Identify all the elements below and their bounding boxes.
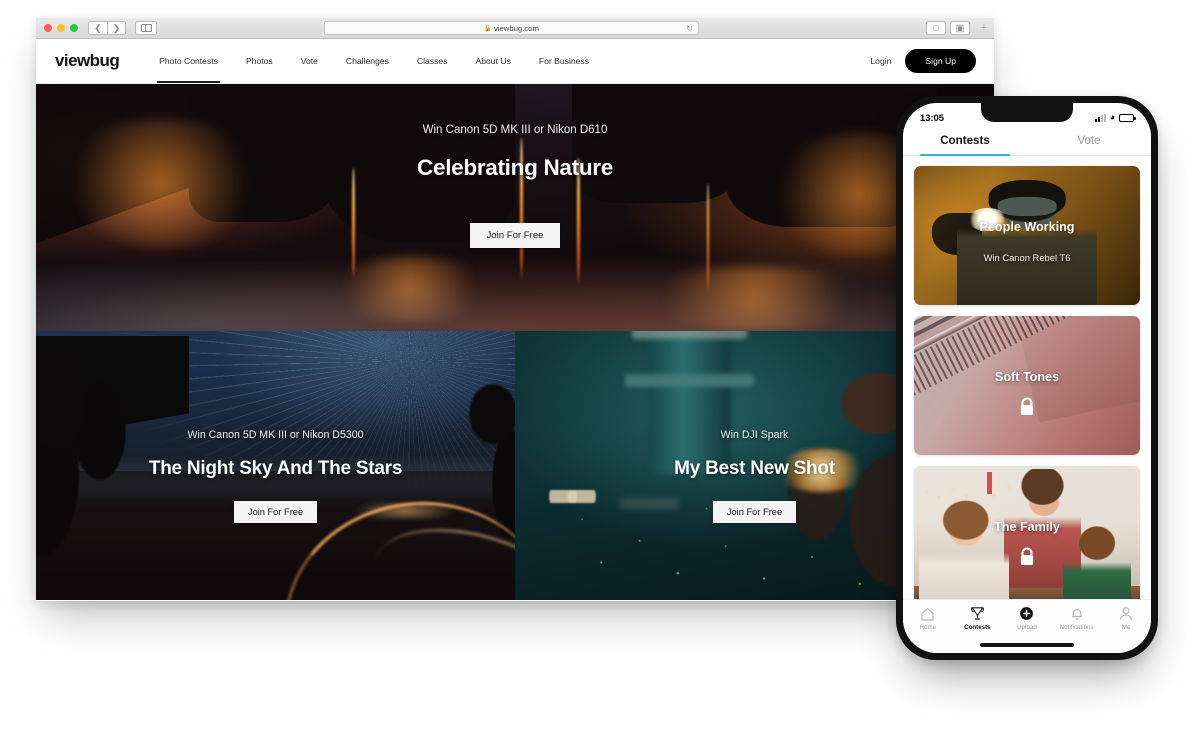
tabbar-item-contests[interactable]: Contests: [953, 606, 1003, 631]
hero-night-sky[interactable]: Win Canon 5D MK III or Nikon D5300 The N…: [36, 331, 515, 600]
join-for-free-button[interactable]: Join For Free: [233, 501, 318, 523]
share-button[interactable]: □: [926, 21, 946, 35]
login-link[interactable]: Login: [870, 56, 891, 66]
lock-icon: [1019, 397, 1036, 422]
back-button[interactable]: ❮: [88, 21, 107, 35]
browser-titlebar: ❮ ❯ 🔒 viewbug.com ↻ □ ▣ +: [36, 18, 994, 39]
hero-prize-text: Win Canon 5D MK III or Nikon D5300: [187, 429, 364, 441]
hero-celebrating-nature[interactable]: Win Canon 5D MK III or Nikon D610 Celebr…: [36, 84, 994, 331]
close-window-button[interactable]: [44, 24, 52, 32]
join-for-free-button[interactable]: Join For Free: [470, 223, 560, 248]
person-icon: [1119, 606, 1133, 621]
tabbar-label: Contests: [964, 623, 991, 631]
nav-item-about-us[interactable]: About Us: [462, 39, 525, 83]
nav-item-for-business[interactable]: For Business: [525, 39, 603, 83]
reload-button[interactable]: ↻: [686, 24, 693, 33]
decor-child: [1063, 524, 1131, 605]
toolbar-right: □ ▣: [926, 21, 970, 35]
cellular-signal-icon: [1095, 113, 1106, 122]
hero-row: Win Canon 5D MK III or Nikon D5300 The N…: [36, 331, 994, 600]
bell-icon: [1070, 606, 1084, 621]
lock-icon: [1019, 547, 1036, 572]
nav-item-photo-contests[interactable]: Photo Contests: [145, 39, 232, 83]
browser-window: ❮ ❯ 🔒 viewbug.com ↻ □ ▣ + viewbug Photo …: [36, 18, 994, 601]
lock-icon: 🔒: [484, 25, 492, 32]
tabbar-item-upload[interactable]: Upload: [1002, 606, 1052, 631]
hero-title: My Best New Shot: [674, 458, 835, 479]
tabbar-label: Notifications: [1059, 623, 1094, 631]
window-controls: [44, 24, 78, 32]
nav-item-classes[interactable]: Classes: [403, 39, 462, 83]
hero-title: Celebrating Nature: [417, 155, 613, 180]
url-text: viewbug.com: [494, 23, 539, 33]
site-header: viewbug Photo Contests Photos Vote Chall…: [36, 39, 994, 84]
hero-title: The Night Sky And The Stars: [148, 458, 403, 479]
tabbar-item-notifications[interactable]: Notifications: [1052, 606, 1102, 631]
tabbar-item-home[interactable]: Home: [903, 606, 953, 631]
tab-overview-button[interactable]: ▣: [950, 21, 970, 35]
nav-item-vote[interactable]: Vote: [287, 39, 332, 83]
tabbar-item-me[interactable]: Me: [1101, 606, 1151, 631]
tabbar-label: Me: [1121, 623, 1131, 631]
wifi-icon: ◕: [1109, 111, 1115, 122]
status-icons: ◕: [1095, 111, 1136, 122]
navigation-buttons: ❮ ❯: [88, 21, 126, 35]
join-for-free-button[interactable]: Join For Free: [712, 501, 797, 523]
hero-content: Win Canon 5D MK III or Nikon D610 Celebr…: [36, 124, 994, 248]
hero-stack: Win Canon 5D MK III or Nikon D610 Celebr…: [36, 84, 994, 600]
maximize-window-button[interactable]: [70, 24, 78, 32]
nav-item-challenges[interactable]: Challenges: [332, 39, 403, 83]
sidebar-toggle-button[interactable]: [135, 21, 157, 35]
header-actions: Login Sign Up: [870, 49, 976, 73]
phone-tab-vote[interactable]: Vote: [1027, 128, 1151, 155]
phone-notch: [981, 103, 1073, 122]
new-tab-button[interactable]: +: [977, 21, 991, 35]
forward-button[interactable]: ❯: [107, 21, 126, 35]
card-title: Soft Tones: [994, 370, 1060, 385]
minimize-window-button[interactable]: [57, 24, 65, 32]
plus-circle-icon: [1019, 606, 1034, 621]
card-subtitle: Win Canon Rebel T6: [983, 252, 1071, 264]
address-bar[interactable]: 🔒 viewbug.com ↻: [324, 21, 699, 35]
decor-visor: [997, 196, 1057, 217]
hero-content: Win DJI Spark My Best New Shot Join For …: [515, 429, 994, 523]
trophy-icon: [970, 606, 985, 621]
sidebar-toggle-icon: [140, 24, 152, 32]
home-indicator[interactable]: [980, 643, 1074, 647]
tabbar-label: Upload: [1017, 623, 1037, 631]
hero-prize-text: Win DJI Spark: [720, 429, 789, 441]
nav-item-photos[interactable]: Photos: [232, 39, 287, 83]
hero-content: Win Canon 5D MK III or Nikon D5300 The N…: [36, 429, 515, 523]
tabbar-label: Home: [919, 623, 937, 631]
home-icon: [920, 606, 935, 621]
battery-icon: [1119, 113, 1136, 122]
signup-button[interactable]: Sign Up: [905, 49, 976, 73]
main-nav: Photo Contests Photos Vote Challenges Cl…: [145, 39, 603, 83]
site-logo[interactable]: viewbug: [55, 51, 120, 71]
hero-prize-text: Win Canon 5D MK III or Nikon D610: [422, 124, 608, 136]
status-time: 13:05: [920, 111, 944, 123]
